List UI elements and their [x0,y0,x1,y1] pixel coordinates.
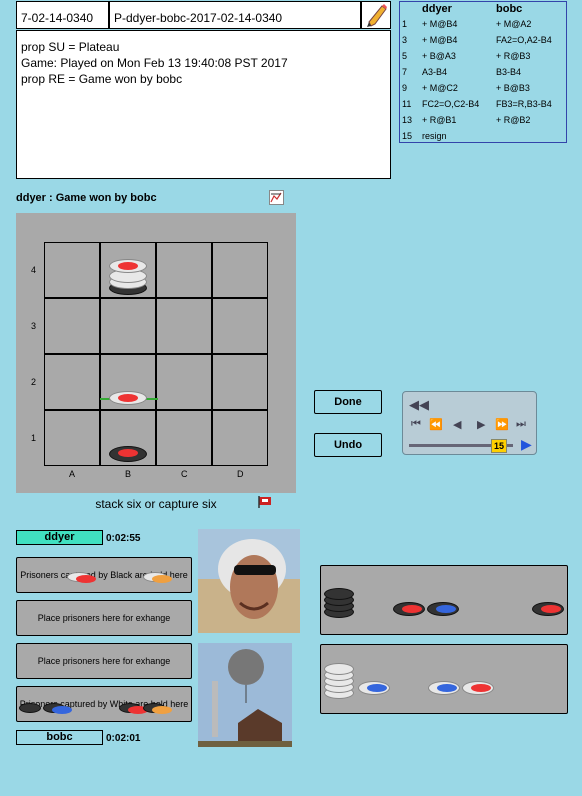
step-forward-icon[interactable]: ▶ [477,418,485,431]
rank-label: 2 [31,377,37,387]
board-cell-b3[interactable] [100,298,156,354]
tray-piece [462,681,494,695]
captured-stack-tray-top[interactable] [320,565,568,635]
move-row[interactable]: 9 + M@C2 + B@B3 [400,83,566,99]
move-row[interactable]: 11 FC2=O,C2-B4 FB3=R,B3-B4 [400,99,566,115]
board-cell-d3[interactable] [212,298,268,354]
back-to-start-icon[interactable]: ◀◀ [409,397,429,413]
board-piece[interactable] [109,259,147,273]
prisoner-piece [43,703,72,714]
prisoner-piece [143,703,172,714]
rewind-icon[interactable]: ⏪ [429,418,443,431]
move-list-player2: bobc [496,3,523,15]
move-row[interactable]: 15 resign [400,131,566,147]
edit-button[interactable] [361,1,391,29]
player-name-top: ddyer [16,530,103,545]
tray-piece [393,602,425,616]
move-row[interactable]: 7 A3-B4 B3-B4 [400,67,566,83]
board-cell-c4[interactable] [156,242,212,298]
board-cell-a3[interactable] [44,298,100,354]
move-row[interactable]: 5 + B@A3 + R@B3 [400,51,566,67]
player-name-bottom: bobc [16,730,103,745]
pencil-icon [367,4,387,27]
board-cell-a4[interactable] [44,242,100,298]
board-cell-a2[interactable] [44,354,100,410]
undo-button[interactable]: Undo [314,433,382,457]
board-cell-c3[interactable] [156,298,212,354]
file-label: C [181,469,188,479]
prisoner-piece [119,703,148,714]
captured-stack-tray-bottom[interactable] [320,644,568,714]
fast-forward-icon[interactable]: ⏩ [495,418,509,431]
game-status: ddyer : Game won by bobc [16,192,157,204]
board-cell-d2[interactable] [212,354,268,410]
move-list[interactable]: ddyer bobc 1 + M@B4 + M@A2 3 + M@B4 FA2=O,A2… [399,1,567,143]
player-photo-bottom [198,643,292,747]
property-line: Game: Played on Mon Feb 13 19:40:08 PST … [21,56,288,70]
board-cell-d4[interactable] [212,242,268,298]
game-board[interactable]: 4 3 2 1 A B C D [16,213,296,493]
file-label: B [125,469,132,479]
chart-icon[interactable] [269,190,284,205]
tray-piece [324,588,354,600]
move-row[interactable]: 3 + M@B4 FA2=O,A2-B4 [400,35,566,51]
exchange-tray-2[interactable]: Place prisoners here for exhange [16,643,192,679]
tray-piece [324,663,354,675]
board-cell-c1[interactable] [156,410,212,466]
prisoner-piece [19,703,41,713]
player-photo-top [198,529,300,633]
board-cell-a1[interactable] [44,410,100,466]
property-line: prop RE = Game won by bobc [21,72,183,86]
board-cell-d1[interactable] [212,410,268,466]
playback-controls: ◀◀ ⏮ ⏪ ◀ ▶ ⏩ ⏭ 15 ▶ [402,391,537,455]
first-move-icon[interactable]: ⏮ [411,418,421,431]
flag-icon[interactable] [258,495,274,509]
step-back-icon[interactable]: ◀ [453,418,461,431]
property-line: prop SU = Plateau [21,40,120,54]
file-label: D [237,469,244,479]
tray-piece [428,681,460,695]
rank-label: 1 [31,433,37,443]
board-piece[interactable] [109,446,147,462]
prisoner-tray-white[interactable]: Prisoners captured by White are held her… [16,686,192,722]
game-id-short: 7-02-14-0340 [16,1,109,29]
tray-piece [358,681,390,695]
rank-label: 3 [31,321,37,331]
prisoner-piece [143,572,172,583]
rank-label: 4 [31,265,37,275]
move-row[interactable]: 13 + R@B1 + R@B2 [400,115,566,131]
move-list-player1: ddyer [422,3,452,15]
file-label: A [69,469,76,479]
player-clock-top: 0:02:55 [106,533,141,544]
done-button[interactable]: Done [314,390,382,414]
move-row[interactable]: 1 + M@B4 + M@A2 [400,19,566,35]
board-caption: stack six or capture six [95,497,217,511]
tray-piece [532,602,564,616]
game-properties: prop SU = Plateau Game: Played on Mon Fe… [16,30,391,179]
board-piece[interactable] [109,391,147,405]
prisoner-tray-black[interactable]: Prisoners captured by Black are held her… [16,557,192,593]
prisoner-piece [67,572,96,583]
play-icon[interactable]: ▶ [521,436,532,453]
exchange-tray-1[interactable]: Place prisoners here for exhange [16,600,192,636]
game-id-full: P-ddyer-bobc-2017-02-14-0340 [109,1,361,29]
last-move-icon[interactable]: ⏭ [516,418,526,431]
player-clock-bottom: 0:02:01 [106,733,141,744]
tray-piece [427,602,459,616]
board-cell-c2[interactable] [156,354,212,410]
move-slider-thumb[interactable]: 15 [491,439,507,453]
